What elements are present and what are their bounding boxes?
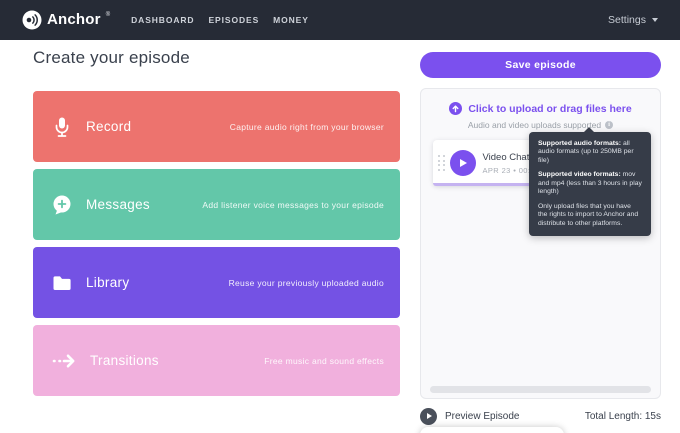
tooltip-caret <box>584 127 594 132</box>
settings-label: Settings <box>608 14 646 26</box>
upload-note: Audio and video uploads supported <box>421 120 660 130</box>
page-title: Create your episode <box>33 48 400 68</box>
upload-dropzone[interactable]: Click to upload or drag files here <box>421 89 660 115</box>
nav-money[interactable]: MONEY <box>273 15 309 25</box>
messages-label: Messages <box>86 197 150 212</box>
transitions-caption: Free music and sound effects <box>264 356 384 366</box>
anchor-logo[interactable]: Anchor ® <box>22 9 110 31</box>
library-caption: Reuse your previously uploaded audio <box>229 278 384 288</box>
settings-menu[interactable]: Settings <box>608 14 658 26</box>
record-caption: Capture audio right from your browser <box>230 122 384 132</box>
record-label: Record <box>86 119 131 134</box>
voice-message-icon <box>51 194 73 216</box>
tooltip-audio-formats: Supported audio formats: all audio forma… <box>538 140 642 165</box>
upload-note-label: Audio and video uploads supported <box>468 120 601 130</box>
upload-link-label: Click to upload or drag files here <box>468 103 631 115</box>
library-label: Library <box>86 275 129 290</box>
episode-builder-panel: Click to upload or drag files here Audio… <box>420 88 661 399</box>
transitions-label: Transitions <box>90 353 159 368</box>
top-navbar: Anchor ® DASHBOARD EPISODES MONEY Settin… <box>0 0 680 40</box>
transition-arrow-icon <box>51 352 77 370</box>
episode-tools-section: Create your episode Record Capture audio… <box>33 48 400 403</box>
microphone-icon <box>51 116 73 138</box>
anchor-logo-icon <box>22 10 42 30</box>
messages-caption: Add listener voice messages to your epis… <box>202 200 384 210</box>
tooltip-video-formats: Supported video formats: mov and mp4 (le… <box>538 171 642 196</box>
chevron-down-icon <box>652 18 658 22</box>
panel-scrollbar[interactable] <box>430 386 651 393</box>
episode-footer: Preview Episode Total Length: 15s <box>420 407 661 425</box>
upload-icon <box>449 102 462 115</box>
preview-episode-label: Preview Episode <box>445 411 519 422</box>
total-length: Total Length: 15s <box>585 411 661 422</box>
folder-icon <box>51 272 73 294</box>
primary-nav: DASHBOARD EPISODES MONEY <box>131 15 309 25</box>
drag-handle-icon[interactable] <box>438 155 445 171</box>
info-icon[interactable] <box>605 121 613 129</box>
tooltip-rights-note: Only upload files that you have the righ… <box>538 203 642 228</box>
registered-mark: ® <box>106 12 110 18</box>
preview-play-icon <box>420 408 437 425</box>
brand-name: Anchor <box>47 9 101 31</box>
nav-episodes[interactable]: EPISODES <box>208 15 259 25</box>
play-icon <box>460 159 467 167</box>
messages-card[interactable]: Messages Add listener voice messages to … <box>33 169 400 240</box>
anchor-app: Anchor ® DASHBOARD EPISODES MONEY Settin… <box>0 0 680 433</box>
save-episode-button[interactable]: Save episode <box>420 52 661 78</box>
play-segment-button[interactable] <box>450 150 476 176</box>
upload-formats-tooltip: Supported audio formats: all audio forma… <box>529 132 651 236</box>
bottom-toast-peek <box>420 427 564 433</box>
library-card[interactable]: Library Reuse your previously uploaded a… <box>33 247 400 318</box>
nav-dashboard[interactable]: DASHBOARD <box>131 15 194 25</box>
record-card[interactable]: Record Capture audio right from your bro… <box>33 91 400 162</box>
transitions-card[interactable]: Transitions Free music and sound effects <box>33 325 400 396</box>
episode-builder: Save episode Click to upload or drag fil… <box>420 52 661 425</box>
preview-episode-button[interactable]: Preview Episode <box>420 408 519 425</box>
